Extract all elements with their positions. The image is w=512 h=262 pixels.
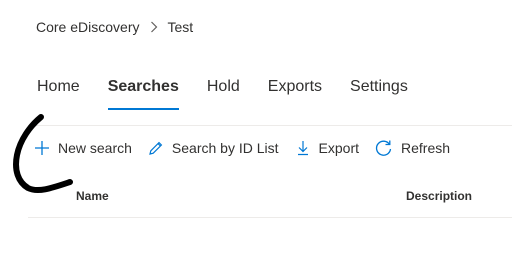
- tab-settings[interactable]: Settings: [350, 76, 408, 110]
- breadcrumb: Core eDiscovery Test: [36, 17, 193, 37]
- table-header-divider: [28, 217, 512, 218]
- tab-home[interactable]: Home: [37, 76, 80, 110]
- search-by-id-list-label: Search by ID List: [171, 140, 279, 156]
- pencil-icon: [148, 140, 164, 156]
- tab-bar: Home Searches Hold Exports Settings: [37, 76, 436, 110]
- table-header: Name Description: [28, 180, 512, 216]
- new-search-label: New search: [58, 140, 132, 156]
- refresh-button[interactable]: Refresh: [375, 139, 450, 157]
- column-header-description[interactable]: Description: [406, 189, 472, 203]
- breadcrumb-current: Test: [167, 19, 194, 35]
- column-header-name[interactable]: Name: [76, 189, 109, 203]
- refresh-icon: [375, 139, 393, 157]
- tab-hold[interactable]: Hold: [207, 76, 240, 110]
- export-label: Export: [318, 140, 359, 156]
- command-bar: New search Search by ID List Export Refr…: [34, 137, 466, 159]
- refresh-label: Refresh: [401, 140, 451, 156]
- download-icon: [295, 140, 311, 156]
- search-by-id-list-button[interactable]: Search by ID List: [148, 140, 279, 156]
- tab-searches[interactable]: Searches: [107, 76, 180, 110]
- chevron-right-icon: [150, 21, 158, 33]
- new-search-button[interactable]: New search: [34, 140, 132, 156]
- export-button[interactable]: Export: [295, 140, 359, 156]
- tab-exports[interactable]: Exports: [268, 76, 322, 110]
- tab-divider: [28, 125, 512, 126]
- hand-drawn-annotation: [13, 114, 73, 194]
- breadcrumb-root[interactable]: Core eDiscovery: [36, 19, 139, 35]
- plus-icon: [34, 140, 50, 156]
